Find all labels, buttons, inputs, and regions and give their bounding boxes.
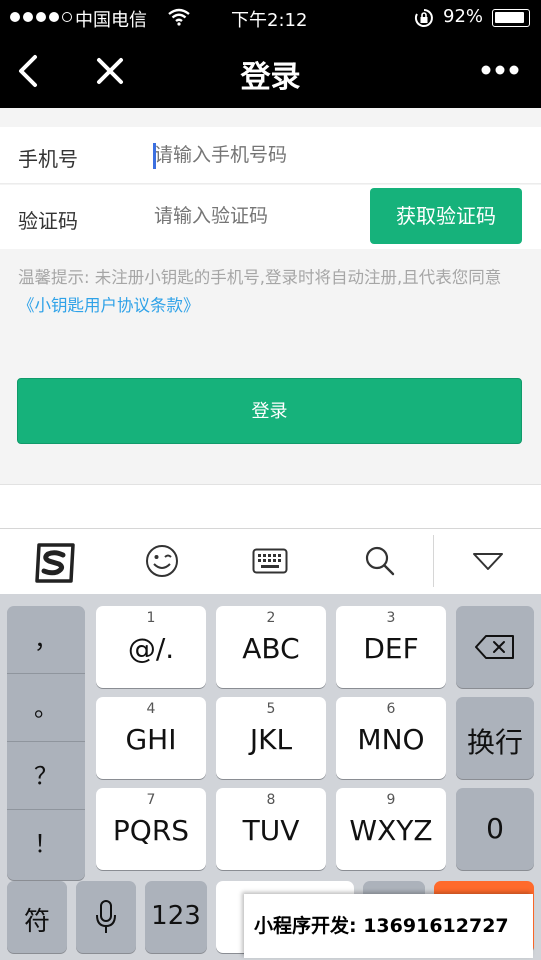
hide-keyboard-icon[interactable]: [472, 552, 504, 572]
number-switch-key[interactable]: 123: [145, 881, 207, 953]
signal-strength-icon: [10, 12, 72, 22]
emoji-icon[interactable]: [145, 544, 179, 578]
symbol-key-comma[interactable]: ，: [7, 606, 85, 674]
more-icon[interactable]: [480, 64, 520, 76]
voice-key[interactable]: [76, 881, 136, 953]
key-3[interactable]: 3 DEF: [336, 606, 446, 688]
code-input[interactable]: [154, 205, 354, 227]
key-label: PQRS: [112, 814, 190, 847]
symbol-key-exclamation[interactable]: ！: [7, 810, 85, 878]
toolbar-divider: [433, 535, 434, 587]
phone-label: 手机号: [18, 147, 78, 171]
battery-icon: [492, 9, 530, 27]
hint-text: 温馨提示: 未注册小钥匙的手机号,登录时将自动注册,且代表您同意 《小钥匙用户协…: [18, 264, 528, 320]
keyboard-toolbar: [0, 528, 541, 594]
key-5[interactable]: 5 JKL: [216, 697, 326, 779]
login-button[interactable]: 登录: [17, 378, 522, 444]
key-label: TUV: [242, 814, 300, 847]
key-0[interactable]: 0: [456, 788, 534, 870]
key-label: 0: [486, 812, 504, 845]
microphone-icon: [96, 900, 116, 933]
top-bar: 中国电信 下午2:12 92% 登录: [0, 0, 541, 108]
key-label: MNO: [357, 723, 425, 756]
key-8[interactable]: 8 TUV: [216, 788, 326, 870]
key-label: @/.: [127, 632, 175, 665]
key-1[interactable]: 1 @/.: [96, 606, 206, 688]
key-number: 6: [386, 701, 396, 717]
symbol-key-period[interactable]: 。: [7, 674, 85, 742]
hint-body: 温馨提示: 未注册小钥匙的手机号,登录时将自动注册,且代表您同意: [18, 268, 502, 287]
key-label: GHI: [125, 723, 177, 756]
key-label: 换行: [466, 726, 523, 759]
key-label: ABC: [242, 632, 300, 665]
key-number: 8: [266, 792, 276, 808]
key-4[interactable]: 4 GHI: [96, 697, 206, 779]
get-code-button[interactable]: 获取验证码: [370, 188, 522, 244]
page-title: 登录: [240, 60, 301, 95]
key-9[interactable]: 9 WXYZ: [336, 788, 446, 870]
search-icon[interactable]: [364, 545, 396, 577]
promo-overlay: 小程序开发: 13691612727: [244, 894, 533, 958]
symbol-key-question[interactable]: ？: [7, 742, 85, 810]
key-label: 符: [23, 907, 50, 937]
key-number: 4: [146, 701, 156, 717]
key-label: 123: [151, 901, 201, 931]
agreement-link[interactable]: 《小钥匙用户协议条款》: [18, 296, 200, 315]
text-cursor: [153, 143, 156, 169]
key-2[interactable]: 2 ABC: [216, 606, 326, 688]
key-number: 3: [386, 610, 396, 626]
key-7[interactable]: 7 PQRS: [96, 788, 206, 870]
sogou-logo-icon[interactable]: [33, 543, 77, 583]
battery-percent: 92%: [443, 6, 484, 27]
orientation-lock-icon: [414, 9, 433, 27]
backspace-key[interactable]: [456, 606, 534, 688]
key-number: 2: [266, 610, 276, 626]
page-bottom: [0, 484, 541, 528]
keyboard-icon[interactable]: [252, 548, 288, 574]
carrier-label: 中国电信: [75, 10, 147, 31]
phone-input[interactable]: [154, 144, 454, 166]
enter-key[interactable]: 换行: [456, 697, 534, 779]
symbol-column: ， 。 ？ ！: [7, 606, 85, 880]
code-label: 验证码: [18, 209, 78, 233]
key-6[interactable]: 6 MNO: [336, 697, 446, 779]
battery-fill: [495, 12, 524, 23]
backspace-icon: [475, 635, 514, 659]
wifi-icon: [168, 8, 190, 26]
key-number: 7: [146, 792, 156, 808]
key-number: 9: [386, 792, 396, 808]
key-label: WXYZ: [349, 814, 433, 847]
key-number: 5: [266, 701, 276, 717]
key-label: DEF: [363, 632, 419, 665]
key-number: 1: [146, 610, 156, 626]
key-label: JKL: [249, 723, 293, 756]
clock: 下午2:12: [231, 10, 308, 31]
symbols-key[interactable]: 符: [7, 881, 67, 953]
